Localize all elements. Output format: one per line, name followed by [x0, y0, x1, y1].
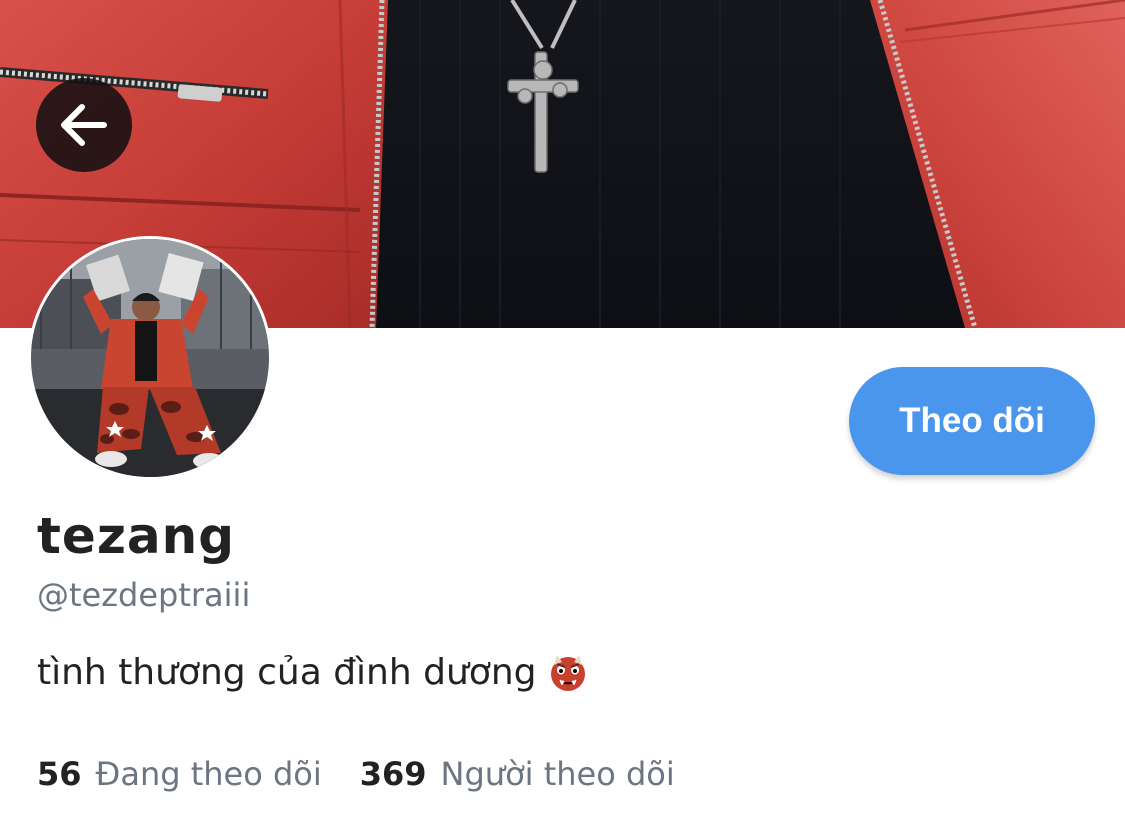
ogre-emoji-icon: [548, 653, 588, 693]
avatar-image: [31, 239, 269, 477]
following-link[interactable]: 56 Đang theo dõi: [37, 755, 322, 793]
bio: tình thương của đình dương: [37, 652, 588, 693]
following-label: Đang theo dõi: [95, 755, 322, 793]
user-handle: @tezdeptraiii: [37, 576, 251, 614]
following-count: 56: [37, 755, 82, 793]
follow-stats: 56 Đang theo dõi 369 Người theo dõi: [37, 755, 675, 793]
back-button[interactable]: [36, 78, 132, 172]
profile-page: Theo dõi tezang @tezdeptraiii tình thươn…: [0, 0, 1125, 839]
follow-button-label: Theo dõi: [899, 401, 1045, 440]
followers-label: Người theo dõi: [440, 755, 675, 793]
bio-text: tình thương của đình dương: [37, 652, 537, 693]
arrow-left-icon: [61, 104, 107, 146]
followers-count: 369: [359, 755, 427, 793]
follow-button[interactable]: Theo dõi: [849, 367, 1095, 475]
avatar[interactable]: [28, 236, 272, 480]
display-name: tezang: [37, 507, 236, 565]
followers-link[interactable]: 369 Người theo dõi: [360, 755, 675, 793]
